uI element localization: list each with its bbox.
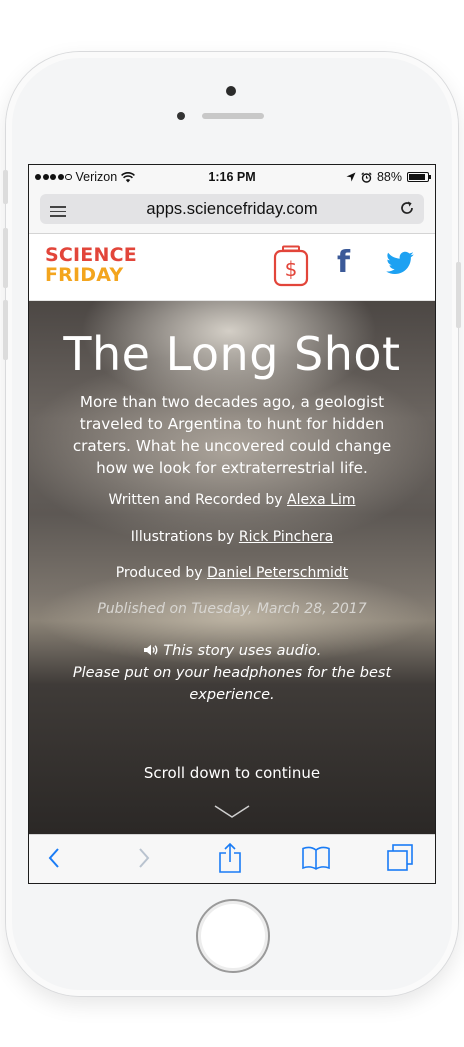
- status-right: 88%: [346, 170, 431, 184]
- credit-produced: Produced by Daniel Peterschmidt: [29, 565, 435, 581]
- credit-written-prefix: Written and Recorded by: [108, 492, 288, 508]
- producer-link[interactable]: Daniel Peterschmidt: [207, 565, 348, 581]
- site-header: SCIENCE FRIDAY $ f: [29, 234, 435, 301]
- donate-icon[interactable]: $: [271, 245, 311, 287]
- bookmarks-icon[interactable]: [301, 845, 331, 871]
- back-icon[interactable]: [45, 845, 65, 871]
- audio-notice: This story uses audio. Please put on you…: [49, 640, 415, 706]
- battery-percent: 88%: [376, 170, 402, 184]
- published-date: Published on Tuesday, March 28, 2017: [97, 601, 367, 617]
- audio-line2: Please put on your headphones for the be…: [72, 665, 392, 703]
- credit-written: Written and Recorded by Alexa Lim: [29, 492, 435, 508]
- home-button[interactable]: [196, 899, 270, 973]
- screen: Verizon 1:16 PM 88% apps.sciencefriday.c…: [28, 164, 436, 884]
- author-link[interactable]: Alexa Lim: [287, 492, 355, 508]
- illustrator-link[interactable]: Rick Pinchera: [239, 529, 333, 545]
- reader-menu-icon[interactable]: [50, 203, 66, 220]
- credit-illustrations-prefix: Illustrations by: [130, 529, 239, 545]
- front-camera: [226, 86, 236, 96]
- story-title: The Long Shot: [63, 327, 401, 381]
- share-icon[interactable]: [217, 842, 243, 874]
- browser-toolbar: [29, 834, 435, 883]
- credit-produced-prefix: Produced by: [115, 565, 207, 581]
- battery-fill: [409, 174, 425, 180]
- url-text: apps.sciencefriday.com: [146, 199, 318, 218]
- hero-section: The Long Shot More than two decades ago,…: [29, 301, 435, 834]
- earpiece-speaker: [202, 113, 264, 119]
- proximity-sensor: [177, 112, 185, 120]
- audio-line1: This story uses audio.: [163, 643, 322, 659]
- alarm-icon: [361, 171, 372, 183]
- svg-text:$: $: [285, 257, 298, 281]
- silent-switch: [3, 170, 8, 204]
- facebook-icon[interactable]: f: [337, 248, 350, 278]
- tabs-icon[interactable]: [385, 843, 415, 873]
- location-icon: [346, 172, 356, 182]
- address-bar[interactable]: apps.sciencefriday.com: [40, 194, 424, 224]
- audio-notice-line1: This story uses audio.: [49, 640, 415, 662]
- status-bar: Verizon 1:16 PM 88%: [29, 165, 435, 189]
- power-button: [456, 262, 461, 328]
- forward-icon[interactable]: [133, 845, 153, 871]
- logo-line2: FRIDAY: [45, 264, 124, 286]
- speaker-icon: [143, 644, 157, 656]
- scroll-prompt: Scroll down to continue: [143, 764, 321, 782]
- story-description: More than two decades ago, a geologist t…: [72, 393, 392, 477]
- battery-icon: [407, 172, 431, 182]
- credit-illustrations: Illustrations by Rick Pinchera: [29, 529, 435, 545]
- volume-up-button: [3, 228, 8, 288]
- volume-down-button: [3, 300, 8, 360]
- science-friday-logo[interactable]: SCIENCE FRIDAY: [45, 245, 137, 285]
- logo-line1: SCIENCE: [45, 244, 137, 266]
- twitter-icon[interactable]: [385, 248, 415, 278]
- reload-icon[interactable]: [398, 199, 416, 217]
- chevron-down-icon[interactable]: [214, 805, 250, 819]
- browser-address-area: apps.sciencefriday.com: [29, 189, 435, 234]
